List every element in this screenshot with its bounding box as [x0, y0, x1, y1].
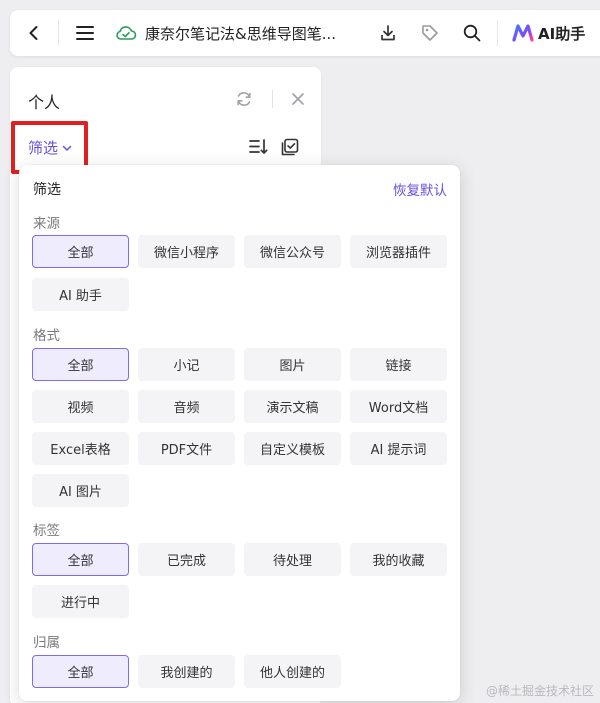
tag-icon: [422, 25, 438, 41]
tag-button[interactable]: [409, 10, 451, 56]
section-label-owner: 归属: [33, 635, 60, 651]
back-button[interactable]: [10, 10, 58, 56]
chevron-left-icon: [29, 26, 38, 40]
checkbox-multi-icon: [281, 138, 299, 156]
search-button[interactable]: [451, 10, 493, 56]
chip-tag-favorites[interactable]: 我的收藏: [350, 543, 447, 576]
refresh-icon: [237, 92, 251, 106]
cloud-check-icon: [116, 26, 137, 40]
sort-button[interactable]: [246, 135, 270, 159]
popover-title: 筛选: [33, 182, 61, 198]
panel-title: 个人: [28, 93, 61, 112]
chip-format-audio[interactable]: 音频: [138, 390, 235, 423]
chip-format-word[interactable]: Word文档: [350, 390, 447, 423]
menu-button[interactable]: [59, 10, 111, 56]
chip-source-wechat-official[interactable]: 微信公众号: [244, 235, 341, 268]
close-icon: [292, 93, 304, 105]
close-panel-button[interactable]: [286, 87, 310, 111]
chip-source-wechat-miniprogram[interactable]: 微信小程序: [138, 235, 235, 268]
ai-assistant-label: AI助手: [538, 24, 586, 43]
section-label-tags: 标签: [33, 523, 60, 539]
chip-owner-mine[interactable]: 我创建的: [138, 655, 235, 688]
ai-logo-icon: [512, 24, 534, 42]
chip-format-video[interactable]: 视频: [32, 390, 129, 423]
panel-header-divider: [272, 90, 273, 108]
ai-assistant-button[interactable]: AI助手: [512, 23, 585, 44]
chip-source-browser-extension[interactable]: 浏览器插件: [350, 235, 447, 268]
chip-format-link[interactable]: 链接: [350, 348, 447, 381]
chip-tag-in-progress[interactable]: 进行中: [32, 585, 129, 618]
chip-format-image[interactable]: 图片: [244, 348, 341, 381]
top-toolbar: 康奈尔笔记法&思维导图笔... AI助手: [10, 10, 600, 56]
chevron-down-icon: [62, 145, 72, 151]
chip-source-ai-assistant[interactable]: AI 助手: [32, 278, 129, 311]
download-icon: [381, 25, 395, 41]
chip-format-ai-prompt[interactable]: AI 提示词: [350, 432, 447, 465]
chip-owner-all[interactable]: 全部: [32, 655, 129, 688]
reset-default-button[interactable]: 恢复默认: [393, 179, 447, 199]
chip-format-all[interactable]: 全部: [32, 348, 129, 381]
chip-source-all[interactable]: 全部: [32, 235, 129, 268]
filter-popover: 筛选 恢复默认 来源 全部 微信小程序 微信公众号 浏览器插件 AI 助手 格式…: [19, 165, 460, 701]
search-icon: [463, 24, 481, 42]
chip-format-excel[interactable]: Excel表格: [32, 432, 129, 465]
chip-format-pdf[interactable]: PDF文件: [138, 432, 235, 465]
refresh-button[interactable]: [232, 87, 256, 111]
chip-format-custom-template[interactable]: 自定义模板: [244, 432, 341, 465]
sort-icon: [249, 139, 268, 154]
chip-format-presentation[interactable]: 演示文稿: [244, 390, 341, 423]
document-title[interactable]: 康奈尔笔记法&思维导图笔...: [145, 23, 359, 44]
chip-tag-all[interactable]: 全部: [32, 543, 129, 576]
filter-dropdown-trigger[interactable]: 筛选: [28, 137, 73, 158]
section-label-source: 来源: [33, 216, 60, 232]
filter-label: 筛选: [28, 139, 59, 157]
chip-format-note[interactable]: 小记: [138, 348, 235, 381]
menu-icon: [76, 26, 94, 40]
section-label-format: 格式: [33, 328, 60, 344]
multi-select-button[interactable]: [278, 135, 302, 159]
toolbar-divider: [497, 20, 498, 46]
chip-tag-pending[interactable]: 待处理: [244, 543, 341, 576]
chip-tag-completed[interactable]: 已完成: [138, 543, 235, 576]
watermark: @稀土掘金技术社区: [485, 684, 594, 698]
chip-format-ai-image[interactable]: AI 图片: [32, 474, 129, 507]
chip-owner-others[interactable]: 他人创建的: [244, 655, 341, 688]
download-button[interactable]: [367, 10, 409, 56]
cloud-sync-status: [111, 10, 141, 56]
